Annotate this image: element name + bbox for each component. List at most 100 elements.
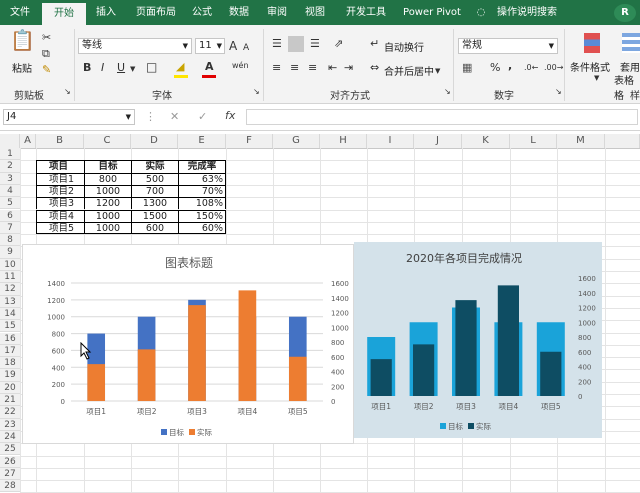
row-header[interactable]: 9 bbox=[0, 246, 20, 259]
row-header[interactable]: 23 bbox=[0, 418, 20, 431]
row-header[interactable]: 13 bbox=[0, 295, 20, 308]
row-header[interactable]: 4 bbox=[0, 184, 20, 198]
conditional-format-button[interactable]: 条件格式 bbox=[570, 59, 610, 74]
align-center-icon[interactable]: ≡ bbox=[290, 61, 299, 75]
dialog-launcher-icon[interactable]: ↘ bbox=[444, 85, 451, 99]
comma-button[interactable]: , bbox=[508, 59, 512, 73]
dialog-launcher-icon[interactable]: ↘ bbox=[253, 85, 260, 99]
table-cell[interactable]: 1200 bbox=[84, 197, 131, 210]
row-header[interactable]: 14 bbox=[0, 307, 20, 321]
border-icon[interactable]: □ bbox=[146, 60, 157, 74]
tab-insert[interactable]: 插入 bbox=[90, 0, 122, 25]
insert-function-button[interactable]: fx bbox=[225, 109, 235, 123]
table-cell[interactable]: 70% bbox=[178, 184, 226, 198]
table-cell[interactable]: 1500 bbox=[131, 209, 178, 222]
column-header[interactable]: B bbox=[36, 134, 84, 148]
table-header-cell[interactable]: 目标 bbox=[84, 160, 131, 173]
column-header[interactable]: L bbox=[510, 134, 557, 148]
chevron-down-icon[interactable]: ▼ bbox=[130, 62, 135, 76]
row-header[interactable]: 10 bbox=[0, 258, 20, 271]
shrink-font-button[interactable]: A bbox=[243, 41, 249, 55]
table-cell[interactable]: 108% bbox=[178, 197, 226, 210]
table-cell[interactable]: 63% bbox=[178, 172, 226, 185]
column-header[interactable]: E bbox=[178, 134, 226, 148]
row-header[interactable]: 2 bbox=[0, 160, 20, 173]
table-header-cell[interactable]: 实际 bbox=[131, 160, 178, 173]
paste-button[interactable]: 粘贴 bbox=[12, 60, 32, 75]
format-painter-icon[interactable]: ✎ bbox=[42, 63, 51, 77]
row-header[interactable]: 21 bbox=[0, 394, 20, 407]
row-header[interactable]: 19 bbox=[0, 369, 20, 382]
italic-button[interactable]: I bbox=[101, 61, 104, 75]
formula-input[interactable] bbox=[246, 109, 638, 125]
table-cell[interactable]: 500 bbox=[131, 172, 178, 185]
cancel-icon[interactable]: ✕ bbox=[170, 110, 179, 124]
column-header[interactable]: F bbox=[226, 134, 273, 148]
row-header[interactable]: 27 bbox=[0, 467, 20, 481]
tab-page-layout[interactable]: 页面布局 bbox=[128, 0, 184, 25]
phonetic-guide-button[interactable]: wén bbox=[232, 59, 249, 73]
conditional-format-icon[interactable] bbox=[584, 33, 600, 53]
number-format-select[interactable]: 常规 ▼ bbox=[458, 38, 558, 54]
column-header[interactable]: M bbox=[557, 134, 605, 148]
table-cell[interactable]: 项目1 bbox=[36, 172, 84, 185]
row-header[interactable]: 16 bbox=[0, 332, 20, 345]
align-left-icon[interactable]: ≡ bbox=[272, 61, 281, 75]
row-header[interactable]: 20 bbox=[0, 381, 20, 394]
tab-view[interactable]: 视图 bbox=[298, 0, 332, 25]
percent-button[interactable]: % bbox=[490, 61, 500, 75]
tell-me-search[interactable]: 操作说明搜索 bbox=[492, 0, 562, 25]
increase-indent-icon[interactable]: ⇥ bbox=[344, 61, 353, 75]
table-cell[interactable]: 1300 bbox=[131, 197, 178, 210]
table-cell[interactable]: 项目5 bbox=[36, 221, 84, 235]
tab-developer[interactable]: 开发工具 bbox=[338, 0, 394, 25]
wrap-text-button[interactable]: 自动换行 bbox=[384, 39, 424, 54]
enter-icon[interactable]: ✓ bbox=[198, 110, 207, 124]
tab-review[interactable]: 审阅 bbox=[260, 0, 294, 25]
select-all-corner[interactable] bbox=[0, 134, 20, 148]
fill-color-icon[interactable]: ◢ bbox=[176, 60, 184, 74]
table-cell[interactable]: 700 bbox=[131, 184, 178, 198]
row-header[interactable]: 22 bbox=[0, 406, 20, 419]
cut-icon[interactable]: ✂ bbox=[42, 31, 51, 45]
font-name-select[interactable]: 等线 ▼ bbox=[78, 38, 192, 54]
row-header[interactable]: 5 bbox=[0, 197, 20, 210]
row-header[interactable]: 8 bbox=[0, 234, 20, 247]
table-cell[interactable]: 800 bbox=[84, 172, 131, 185]
format-as-table-icon[interactable] bbox=[622, 33, 640, 53]
chevron-down-icon[interactable]: ▼ bbox=[594, 71, 599, 85]
align-right-icon[interactable]: ≡ bbox=[308, 61, 317, 75]
table-cell[interactable]: 项目4 bbox=[36, 209, 84, 222]
decrease-decimal-icon[interactable]: .00→ bbox=[544, 61, 563, 75]
merge-center-button[interactable]: 合并后居中 bbox=[384, 63, 434, 78]
table-cell[interactable]: 1000 bbox=[84, 184, 131, 198]
tab-home[interactable]: 开始 bbox=[42, 3, 86, 25]
column-header[interactable]: H bbox=[320, 134, 367, 148]
row-header[interactable]: 25 bbox=[0, 443, 20, 456]
row-header[interactable]: 6 bbox=[0, 209, 20, 222]
dialog-launcher-icon[interactable]: ↘ bbox=[64, 85, 71, 99]
table-cell[interactable]: 600 bbox=[131, 221, 178, 235]
table-header-cell[interactable]: 项目 bbox=[36, 160, 84, 173]
column-header[interactable]: C bbox=[84, 134, 131, 148]
row-header[interactable]: 15 bbox=[0, 320, 20, 333]
row-header[interactable]: 18 bbox=[0, 357, 20, 370]
underline-button[interactable]: U bbox=[117, 61, 125, 75]
tab-formulas[interactable]: 公式 bbox=[186, 0, 218, 25]
table-cell[interactable]: 项目2 bbox=[36, 184, 84, 198]
font-size-select[interactable]: 11 ▼ bbox=[195, 38, 225, 54]
table-header-cell[interactable]: 完成率 bbox=[178, 160, 226, 173]
chart-2[interactable]: 2020年各项目完成情况 0 200 400 600 800 1000 1200 1400 160… bbox=[354, 242, 602, 438]
align-top-icon[interactable]: ☰ bbox=[272, 37, 282, 51]
paste-icon[interactable]: 📋 bbox=[10, 30, 35, 50]
row-header[interactable]: 28 bbox=[0, 480, 20, 493]
grow-font-button[interactable]: A bbox=[229, 39, 237, 53]
row-header[interactable]: 26 bbox=[0, 455, 20, 468]
row-header[interactable]: 7 bbox=[0, 221, 20, 235]
table-cell[interactable]: 150% bbox=[178, 209, 226, 222]
chart-1[interactable]: 图表标题 0 200 400 600 800 1000 1200 1400 0 200 400 600 8… bbox=[22, 244, 354, 444]
currency-icon[interactable]: ▦ bbox=[462, 61, 472, 75]
column-header[interactable]: A bbox=[20, 134, 36, 148]
column-header[interactable]: G bbox=[273, 134, 320, 148]
column-header[interactable]: D bbox=[131, 134, 178, 148]
